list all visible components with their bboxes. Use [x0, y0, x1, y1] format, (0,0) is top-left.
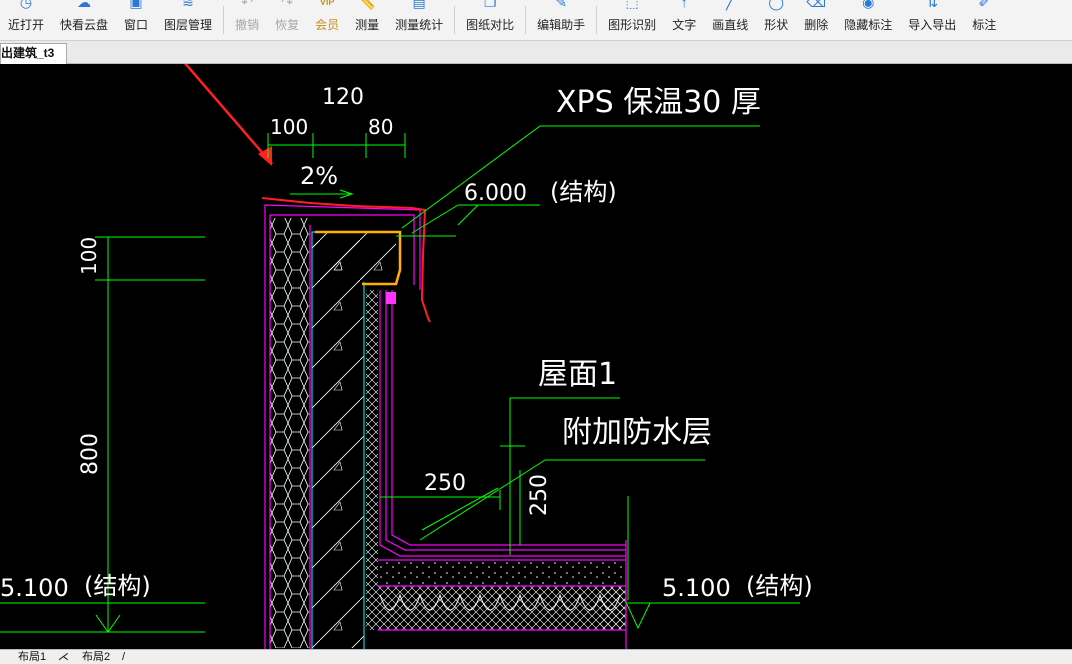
level-5100-left-label: 5.100 [0, 574, 69, 602]
shape-icon: ◯ [768, 0, 785, 10]
eraser-icon: ⌫ [806, 0, 827, 10]
layout-tab-bar: 布局1 ⋌ 布局2 / [0, 649, 1072, 664]
vip-icon: VIP [319, 0, 335, 7]
dim-100-label: 100 [270, 115, 308, 139]
redo-button[interactable]: ↷ 恢复 [267, 0, 307, 40]
toolbar-divider [454, 6, 456, 34]
undo-button[interactable]: ↶ 撤销 [227, 0, 267, 40]
cloud-disk-button[interactable]: ☁ 快看云盘 [52, 0, 116, 40]
shape-button[interactable]: ◯ 形状 [756, 0, 796, 40]
dim-250-horizontal-label: 250 [424, 471, 466, 496]
text-button[interactable]: ↑ 文字 [664, 0, 704, 40]
dim-800-label: 800 [78, 433, 103, 475]
cloud-icon: ☁ [77, 0, 92, 10]
import-export-button[interactable]: ⇅ 导入导出 [900, 0, 964, 40]
structure-label-top: (结构) [550, 178, 617, 206]
layout-tab-divider: ⋌ [58, 651, 69, 663]
slope-label: 2% [300, 162, 338, 190]
compare-icon: ❐ [483, 0, 497, 10]
screed-hatch [378, 562, 626, 586]
dim-80-label: 80 [368, 115, 393, 139]
xps-insulation-hatch [270, 218, 310, 648]
import-export-icon: ⇅ [926, 0, 939, 10]
shape-recognize-button[interactable]: ⬚ 图形识别 [600, 0, 664, 40]
dim-100-side-label: 100 [77, 237, 101, 275]
recent-open-button[interactable]: ◷ 近打开 [0, 0, 52, 40]
slab-hatch [378, 586, 626, 630]
document-tab[interactable]: 出建筑_t3 [0, 43, 68, 64]
layers-icon: ≋ [182, 0, 194, 10]
undo-icon: ↶ [241, 0, 253, 10]
drawing-canvas[interactable]: 120 100 80 2% XPS 保温30 厚 6.000 (结构) 100 … [0, 64, 1072, 649]
ruler-icon: 📏 [358, 0, 376, 10]
edit-helper-button[interactable]: ✎ 编辑助手 [529, 0, 593, 40]
layout-tab-2[interactable]: 布局2 [82, 650, 110, 664]
measure-stats-button[interactable]: ▤ 测量统计 [387, 0, 451, 40]
clock-icon: ◷ [19, 0, 33, 10]
structure-label-left: (结构) [84, 572, 151, 600]
layer-manager-button[interactable]: ≋ 图层管理 [156, 0, 220, 40]
vip-button[interactable]: VIP 会员 [307, 0, 347, 40]
drawing-compare-button[interactable]: ❐ 图纸对比 [458, 0, 522, 40]
measure-button[interactable]: 📏 测量 [347, 0, 387, 40]
text-icon: ↑ [680, 0, 688, 10]
redo-icon: ↷ [281, 0, 293, 10]
edit-helper-icon: ✎ [555, 0, 568, 10]
parapet-cap-hatch [312, 232, 396, 282]
level-6000-label: 6.000 [464, 181, 527, 206]
draw-line-button[interactable]: ╱ 画直线 [704, 0, 756, 40]
waterproof-anchor [386, 292, 396, 304]
measure-stats-icon: ▤ [412, 0, 426, 10]
document-tab-bar: 出建筑_t3 [0, 41, 1072, 64]
line-icon: ╱ [725, 0, 735, 10]
hide-annotation-button[interactable]: ◉ 隐藏标注 [836, 0, 900, 40]
delete-button[interactable]: ⌫ 删除 [796, 0, 836, 40]
toolbar-divider [596, 6, 598, 34]
structure-label-right: (结构) [746, 572, 813, 600]
roof-label: 屋面1 [538, 357, 617, 392]
red-arrow-line [184, 64, 273, 165]
cad-drawing: 120 100 80 2% XPS 保温30 厚 6.000 (结构) 100 … [0, 64, 813, 649]
toolbar-divider [525, 6, 527, 34]
toolbar-divider [223, 6, 225, 34]
xps-insulation-note: XPS 保温30 厚 [556, 85, 761, 120]
annotate-button[interactable]: ✐ 标注 [964, 0, 1004, 40]
waterproof-layer-label: 附加防水层 [562, 415, 712, 450]
level-5100-right-label: 5.100 [662, 574, 731, 602]
window-icon: ▣ [129, 0, 143, 10]
drawing-labels: 120 100 80 2% XPS 保温30 厚 6.000 (结构) 100 … [0, 85, 813, 602]
layout-tab-divider: / [122, 651, 126, 663]
concrete-wall-hatch [312, 240, 364, 648]
hide-eye-icon: ◉ [862, 0, 875, 10]
dim-250-vertical-label: 250 [527, 474, 552, 516]
main-toolbar: ◷ 近打开 ☁ 快看云盘 ▣ 窗口 ≋ 图层管理 ↶ 撤销 ↷ 恢复 VIP 会员 📏 测量 ▤… [0, 0, 1072, 41]
layout-tab-1[interactable]: 布局1 [18, 650, 46, 664]
shape-recognize-icon: ⬚ [625, 0, 639, 10]
window-button[interactable]: ▣ 窗口 [116, 0, 156, 40]
dim-120-label: 120 [322, 85, 364, 110]
mortar-layer-hatch [366, 290, 378, 630]
annotate-icon: ✐ [978, 0, 991, 10]
